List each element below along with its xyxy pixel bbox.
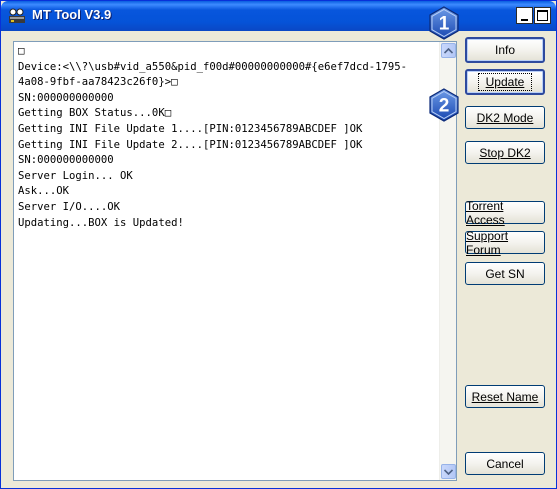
step-1-callout: 1 bbox=[429, 6, 459, 40]
log-text: □ Device:<\\?\usb#vid_a550&pid_f00d#00000… bbox=[18, 44, 438, 231]
chevron-up-icon bbox=[444, 47, 453, 54]
support-forum-button[interactable]: Support Forum bbox=[465, 228, 545, 257]
update-button[interactable]: Update bbox=[465, 69, 545, 95]
log-line: Updating...BOX is Updated! bbox=[18, 216, 184, 229]
maximize-button[interactable] bbox=[534, 7, 551, 24]
scroll-down-button[interactable] bbox=[441, 464, 456, 479]
cancel-button[interactable]: Cancel bbox=[465, 452, 545, 475]
scroll-up-button[interactable] bbox=[441, 43, 456, 58]
step-1-number: 1 bbox=[439, 14, 450, 35]
log-output[interactable]: □ Device:<\\?\usb#vid_a550&pid_f00d#00000… bbox=[13, 41, 457, 481]
torrent-access-button[interactable]: Torrent Access bbox=[465, 198, 545, 227]
log-line: 4a08-9fbf-aa78423c26f0}>□ bbox=[18, 76, 178, 89]
dk2-mode-button[interactable]: DK2 Mode bbox=[465, 106, 545, 129]
get-sn-button-label: Get SN bbox=[485, 266, 525, 281]
log-line: Getting BOX Status...0K□ bbox=[18, 107, 172, 120]
dk2-mode-button-label: DK2 Mode bbox=[476, 110, 534, 125]
log-line: Getting INI File Update 1....[PIN:012345… bbox=[18, 122, 363, 135]
cancel-button-label: Cancel bbox=[486, 456, 524, 471]
title-bar[interactable]: MT Tool V3.9 bbox=[1, 1, 556, 31]
client-area: □ Device:<\\?\usb#vid_a550&pid_f00d#00000… bbox=[1, 31, 556, 488]
log-line: □ bbox=[18, 45, 25, 57]
support-forum-button-label: Support Forum bbox=[466, 228, 509, 257]
log-line: SN:000000000000 bbox=[18, 154, 114, 167]
log-line: SN:000000000000 bbox=[18, 91, 114, 104]
stop-dk2-button-label: Stop DK2 bbox=[479, 145, 531, 160]
info-button[interactable]: Info bbox=[465, 37, 545, 63]
update-button-label: Update bbox=[477, 73, 533, 91]
step-2-callout: 2 bbox=[429, 88, 459, 122]
chevron-down-icon bbox=[444, 468, 453, 475]
get-sn-button[interactable]: Get SN bbox=[465, 262, 545, 285]
info-button-label: Info bbox=[494, 43, 515, 57]
log-line: Ask...OK bbox=[18, 185, 70, 198]
log-line: Getting INI File Update 2....[PIN:012345… bbox=[18, 138, 363, 151]
reset-name-button[interactable]: Reset Name bbox=[465, 385, 545, 408]
step-2-number: 2 bbox=[439, 96, 450, 117]
log-line: Server I/O....OK bbox=[18, 200, 121, 213]
app-icon bbox=[9, 8, 25, 23]
app-window: MT Tool V3.9 □ Device:<\\?\usb#vid_a550&p… bbox=[0, 0, 557, 489]
stop-dk2-button[interactable]: Stop DK2 bbox=[465, 141, 545, 164]
torrent-access-button-label: Torrent Access bbox=[466, 198, 505, 227]
log-line: Server Login... OK bbox=[18, 169, 133, 182]
log-line: Device:<\\?\usb#vid_a550&pid_f00d#000000… bbox=[18, 60, 408, 73]
window-title: MT Tool V3.9 bbox=[32, 7, 112, 22]
reset-name-button-label: Reset Name bbox=[471, 389, 539, 404]
minimize-button[interactable] bbox=[516, 7, 533, 24]
